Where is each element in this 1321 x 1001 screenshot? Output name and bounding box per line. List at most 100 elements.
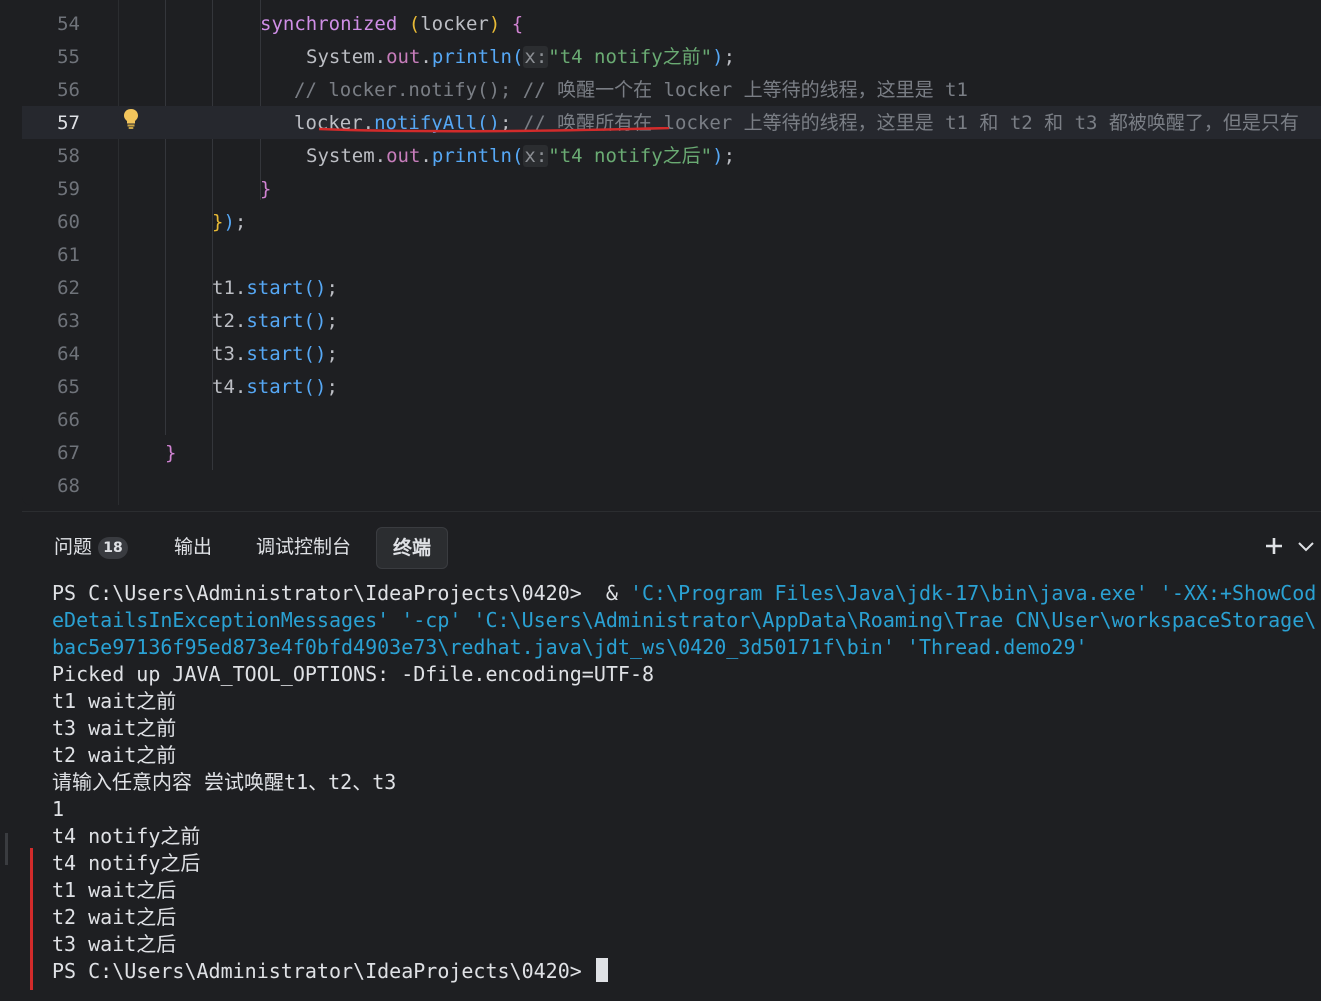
code-token: synchronized [260, 13, 398, 35]
code-line[interactable]: 66 [22, 403, 1321, 436]
terminal-output[interactable]: PS C:\Users\Administrator\IdeaProjects\0… [52, 580, 1317, 985]
terminal-line: 1 [52, 796, 1317, 823]
code-token: x: [523, 145, 549, 167]
code-token: . [420, 46, 432, 68]
code-text: // locker.notify(); // 唤醒一个在 locker 上等待的… [294, 79, 968, 101]
code-token: out [386, 145, 421, 167]
problem-count-badge: 18 [98, 536, 129, 559]
tab-problems[interactable]: 问题 18 [38, 527, 144, 567]
terminal-text: 'C:\Program Files\Java\jdk-17\bin\java.e… [629, 581, 1317, 605]
code-token: "t4 notify之前" [548, 46, 713, 68]
code-line[interactable]: 63 t2.start(); [22, 304, 1321, 337]
code-token: start [246, 376, 304, 398]
code-token: x: [523, 46, 549, 68]
line-number: 67 [57, 442, 80, 464]
code-token: . [234, 376, 247, 398]
line-number: 60 [57, 211, 80, 233]
code-line[interactable]: 62 t1.start(); [22, 271, 1321, 304]
code-token: . [374, 46, 387, 68]
code-line[interactable]: 57 locker.notifyAll(); // 唤醒所有在 locker 上等… [22, 106, 1321, 139]
line-number: 56 [57, 79, 80, 101]
terminal-cursor [595, 958, 608, 982]
tab-output[interactable]: 输出 [158, 527, 228, 567]
code-token: } [212, 211, 224, 233]
plus-icon[interactable] [1262, 534, 1286, 558]
code-token: ; [326, 343, 338, 365]
panel-tabbar: 问题 18 输出 调试控制台 终端 [22, 512, 1321, 572]
line-number: 63 [57, 310, 80, 332]
line-number: 68 [57, 475, 80, 497]
code-token: ( [511, 145, 524, 167]
code-line[interactable]: 54 synchronized (locker) { [22, 7, 1321, 40]
code-token: System [306, 145, 375, 167]
terminal-text: t3 wait之后 [52, 932, 177, 956]
tab-terminal[interactable]: 终端 [376, 527, 449, 569]
terminal-line: t4 notify之后 [52, 850, 1317, 877]
terminal-text: t1 wait之后 [52, 878, 177, 902]
code-token: println [431, 145, 512, 167]
code-token: . [234, 343, 247, 365]
tab-debug-console[interactable]: 调试控制台 [240, 527, 367, 567]
line-number: 66 [57, 409, 80, 431]
code-line[interactable]: 55 System.out.println(x:"t4 notify之前"); [22, 40, 1321, 73]
terminal-text: t1 wait之前 [52, 689, 177, 713]
code-text: } [165, 442, 176, 464]
terminal-line: t1 wait之后 [52, 877, 1317, 904]
terminal-line: t3 wait之前 [52, 715, 1317, 742]
code-text: t2.start(); [212, 310, 338, 332]
line-number: 59 [57, 178, 80, 200]
code-line[interactable]: 64 t3.start(); [22, 337, 1321, 370]
terminal-text: eDetailsInExceptionMessages' '-cp' 'C:\U… [52, 608, 1317, 632]
code-text: System.out.println(x:"t4 notify之前"); [306, 46, 735, 68]
terminal-line: PS C:\Users\Administrator\IdeaProjects\0… [52, 958, 1317, 985]
code-token: ) [712, 145, 724, 167]
code-token: // locker.notify(); // 唤醒一个在 locker 上等待的… [294, 79, 968, 101]
terminal-line: PS C:\Users\Administrator\IdeaProjects\0… [52, 580, 1317, 607]
code-text: t3.start(); [212, 343, 338, 365]
code-editor[interactable]: 54 synchronized (locker) {55 System.out.pr… [22, 0, 1321, 505]
code-token: ) [488, 13, 501, 35]
terminal-line: bac5e97136f95ed873e4f0bfd4903e73\redhat.… [52, 634, 1317, 661]
code-token: ; [326, 376, 338, 398]
code-text: }); [212, 211, 246, 233]
code-line[interactable]: 65 t4.start(); [22, 370, 1321, 403]
code-token: start [246, 343, 304, 365]
terminal-text: t4 notify之后 [52, 851, 201, 875]
code-token: ) [712, 46, 724, 68]
terminal-line: t2 wait之后 [52, 904, 1317, 931]
code-text: System.out.println(x:"t4 notify之后"); [306, 145, 735, 167]
line-number: 65 [57, 376, 80, 398]
code-token: () [303, 376, 327, 398]
terminal-line: t2 wait之前 [52, 742, 1317, 769]
change-marker-bar [30, 848, 33, 990]
code-token: System [306, 46, 375, 68]
code-line[interactable]: 67} [22, 436, 1321, 469]
code-token: ( [408, 13, 421, 35]
line-number: 64 [57, 343, 80, 365]
annotation-underline [319, 127, 669, 133]
line-number: 55 [57, 46, 80, 68]
terminal-line: t1 wait之前 [52, 688, 1317, 715]
code-line[interactable]: 59} [22, 172, 1321, 205]
line-number: 57 [57, 112, 80, 134]
code-line[interactable]: 58 System.out.println(x:"t4 notify之后"); [22, 139, 1321, 172]
lightbulb-icon[interactable] [122, 108, 140, 130]
code-token: ; [723, 46, 736, 68]
code-token: start [246, 277, 304, 299]
code-line[interactable]: 61 [22, 238, 1321, 271]
code-line[interactable]: 68 [22, 469, 1321, 502]
code-token: } [165, 442, 177, 464]
code-line[interactable]: 60}); [22, 205, 1321, 238]
chevron-down-icon[interactable] [1294, 534, 1318, 558]
terminal-text: t3 wait之前 [52, 716, 177, 740]
code-token: { [511, 13, 524, 35]
code-token: start [246, 310, 304, 332]
code-token: out [386, 46, 421, 68]
code-token: t1 [212, 277, 235, 299]
terminal-text: t2 wait之后 [52, 905, 177, 929]
code-token: . [234, 277, 247, 299]
code-line[interactable]: 56 // locker.notify(); // 唤醒一个在 locker 上等… [22, 73, 1321, 106]
ide-window: { "editor": { "current_line": 57, "lines… [0, 0, 1321, 1001]
